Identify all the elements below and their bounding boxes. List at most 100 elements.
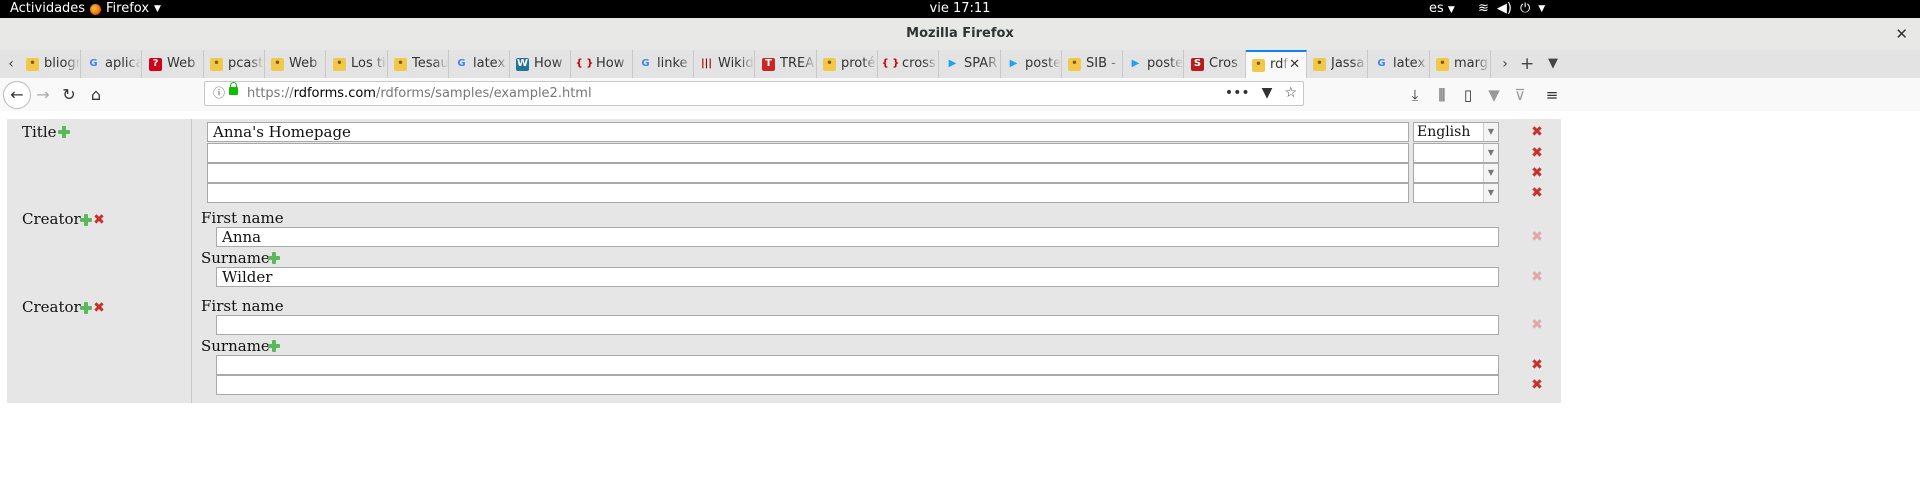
tab-label: cross: [902, 56, 936, 71]
language-select-value: English: [1417, 124, 1471, 140]
add-surname-icon[interactable]: [268, 252, 280, 264]
browser-tab[interactable]: W How: [510, 50, 571, 78]
browser-tab[interactable]: • pcast: [204, 50, 265, 78]
close-window-button[interactable]: ✕: [1895, 18, 1908, 50]
url-text[interactable]: https://rdforms.com/rdforms/samples/exam…: [247, 82, 592, 105]
language-select-2[interactable]: ▼: [1413, 143, 1499, 163]
browser-tab[interactable]: T TREA: [756, 50, 817, 78]
browser-tab[interactable]: • rdf ✕: [1246, 50, 1307, 78]
remove-title-icon[interactable]: ✖: [1531, 125, 1543, 139]
remove-first-name-icon[interactable]: ✖: [1531, 230, 1543, 244]
remove-title-icon[interactable]: ✖: [1531, 146, 1543, 160]
browser-tab[interactable]: • proté: [817, 50, 878, 78]
page-actions-icon[interactable]: •••: [1225, 82, 1250, 105]
add-surname-icon[interactable]: [268, 340, 280, 352]
language-selector[interactable]: es ▼: [1429, 0, 1455, 19]
close-tab-icon[interactable]: ✕: [1289, 52, 1300, 78]
browser-tab[interactable]: • Jassa: [1307, 50, 1368, 78]
reload-button[interactable]: ↻: [56, 82, 82, 108]
remove-creator-icon[interactable]: ✖: [93, 301, 105, 315]
pocket-icon[interactable]: ▼: [1262, 82, 1273, 105]
browser-tab[interactable]: • marg: [1430, 50, 1491, 78]
browser-tab[interactable]: { } cross: [878, 50, 939, 78]
surname-field[interactable]: [216, 355, 1499, 375]
browser-tab[interactable]: { } How: [572, 50, 633, 78]
tab-favicon: •: [271, 57, 284, 71]
tab-label: aplica: [105, 56, 141, 71]
page-content: Title Anna's Homepage English ▼ ✖ ▼ ✖ ▼ ✖…: [0, 111, 1920, 498]
wifi-icon: ≋: [1478, 1, 1489, 16]
title-field[interactable]: Anna's Homepage: [207, 122, 1409, 142]
tab-label: poste: [1147, 56, 1183, 71]
first-name-field[interactable]: Anna: [216, 227, 1499, 247]
tab-favicon: •: [1436, 57, 1449, 71]
all-tabs-icon[interactable]: ▼: [1548, 50, 1558, 78]
tab-label: pcast: [228, 56, 264, 71]
language-select[interactable]: English ▼: [1413, 122, 1499, 142]
app-menu-button[interactable]: Firefox ▼: [90, 0, 161, 18]
extension-icon-2[interactable]: ⊽: [1509, 82, 1531, 108]
sidebar-icon[interactable]: ▯: [1457, 82, 1479, 108]
browser-tab[interactable]: • Web: [265, 50, 326, 78]
rdform: Title Anna's Homepage English ▼ ✖ ▼ ✖ ▼ ✖…: [7, 119, 1561, 403]
remove-surname-icon[interactable]: ✖: [1531, 378, 1543, 392]
extension-icon[interactable]: ▼: [1483, 82, 1505, 108]
browser-tab[interactable]: Glatex: [449, 50, 510, 78]
forward-button[interactable]: →: [30, 82, 56, 108]
language-label: es: [1429, 1, 1444, 16]
remove-title-icon[interactable]: ✖: [1531, 186, 1543, 200]
system-menu[interactable]: ≋ ◀) ⏻ ▼: [1478, 0, 1545, 18]
wordpress-icon: W: [516, 57, 529, 71]
browser-tab[interactable]: • SIB -: [1062, 50, 1123, 78]
first-name-field[interactable]: [216, 315, 1499, 335]
home-button[interactable]: ⌂: [83, 82, 109, 108]
add-creator-icon[interactable]: [80, 214, 92, 226]
browser-tab[interactable]: • Los ti: [327, 50, 388, 78]
add-creator-icon[interactable]: [80, 302, 92, 314]
menu-icon[interactable]: ≡: [1541, 82, 1563, 108]
surname-field-2[interactable]: [216, 375, 1499, 395]
power-icon: ⏻: [1519, 1, 1531, 16]
browser-tab[interactable]: Gaplica: [81, 50, 142, 78]
browser-tab[interactable]: • Tesau: [388, 50, 449, 78]
new-tab-icon[interactable]: +: [1520, 50, 1534, 78]
site-info-icon[interactable]: ⓘ: [213, 82, 225, 105]
remove-creator-icon[interactable]: ✖: [93, 213, 105, 227]
library-icon[interactable]: ⫼: [1431, 82, 1453, 108]
browser-tab[interactable]: ▶ poste: [1123, 50, 1184, 78]
chevron-down-icon: ▼: [1538, 4, 1546, 14]
remove-surname-icon[interactable]: ✖: [1531, 358, 1543, 372]
surname-field[interactable]: Wilder: [216, 267, 1499, 287]
remove-first-name-icon[interactable]: ✖: [1531, 318, 1543, 332]
browser-tab[interactable]: ▶ SPAR: [940, 50, 1001, 78]
activities-button[interactable]: Actividades: [10, 0, 85, 18]
browser-tab[interactable]: Glinke: [633, 50, 694, 78]
language-select-4[interactable]: ▼: [1413, 183, 1499, 203]
tab-label: marg: [1454, 56, 1488, 71]
back-button[interactable]: ←: [3, 81, 31, 109]
browser-tab[interactable]: S Cros: [1185, 50, 1246, 78]
tab-label: Web: [167, 56, 196, 71]
downloads-icon[interactable]: ⤓: [1404, 82, 1426, 108]
title-field-3[interactable]: [207, 163, 1409, 183]
browser-tab[interactable]: ||| Wikid: [694, 50, 755, 78]
browser-tab[interactable]: ▶ poste: [1001, 50, 1062, 78]
clock[interactable]: vie 17:11: [930, 1, 991, 16]
url-bar[interactable]: ⓘ https://rdforms.com/rdforms/samples/ex…: [204, 81, 1304, 106]
scroll-tabs-right-icon[interactable]: ›: [1496, 50, 1514, 78]
window-titlebar: Mozilla Firefox ✕: [0, 18, 1920, 51]
browser-tab[interactable]: Glatex: [1369, 50, 1430, 78]
tab-label: SPAR: [964, 56, 998, 71]
browser-tab[interactable]: • bliogra: [20, 50, 81, 78]
creator-label: Creator: [22, 298, 81, 316]
language-select-3[interactable]: ▼: [1413, 163, 1499, 183]
remove-surname-icon[interactable]: ✖: [1531, 270, 1543, 284]
browser-tab[interactable]: ? Web: [143, 50, 204, 78]
home-icon: ⌂: [90, 85, 102, 104]
title-field-4[interactable]: [207, 183, 1409, 203]
remove-title-icon[interactable]: ✖: [1531, 166, 1543, 180]
title-field-2[interactable]: [207, 143, 1409, 163]
scroll-tabs-left-icon[interactable]: ‹: [2, 50, 20, 78]
add-title-icon[interactable]: [58, 126, 70, 138]
bookmark-star-icon[interactable]: ☆: [1284, 82, 1297, 105]
